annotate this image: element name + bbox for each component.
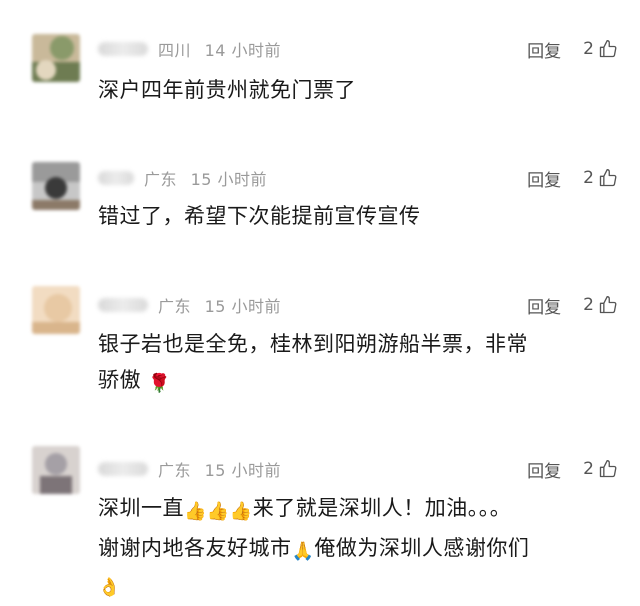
thumbs-up-icon [599, 460, 617, 478]
like-button[interactable]: 2 [583, 39, 618, 59]
thumbs-up-icon [599, 296, 617, 314]
username-blurred [98, 462, 148, 476]
comment-actions: 回复 2 [527, 292, 618, 318]
comment-meta: 广东 15 小时前 [98, 165, 275, 191]
thumbs-up-emoji-icon: 👍 [184, 501, 207, 522]
comment-meta: 广东 15 小时前 [98, 456, 289, 482]
comment-meta: 四川 14 小时前 [98, 36, 289, 62]
avatar[interactable] [32, 286, 80, 334]
comment-line: 骄傲 [98, 368, 141, 392]
like-count: 2 [583, 459, 594, 479]
comment-line: 来了就是深圳人！加油。。。 [252, 496, 512, 520]
comment-line: 深圳一直 [98, 496, 184, 520]
location-label: 广东 [144, 170, 178, 189]
comment-actions: 回复 2 [527, 456, 618, 482]
thumbs-up-emoji-icon: 👍 [229, 501, 253, 522]
reply-button[interactable]: 回复 [527, 37, 561, 62]
location-label: 四川 [158, 41, 192, 60]
avatar[interactable] [32, 162, 80, 210]
comment-text: 错过了，希望下次能提前宣传宣传 [98, 198, 618, 234]
timestamp: 15 小时前 [204, 297, 282, 316]
comment-line: 银子岩也是全免，桂林到阳朔游船半票，非常 [98, 332, 528, 356]
like-button[interactable]: 2 [583, 168, 618, 188]
timestamp: 14 小时前 [204, 41, 282, 60]
comment-line: 错过了，希望下次能提前宣传宣传 [98, 204, 421, 228]
like-count: 2 [583, 295, 594, 315]
avatar[interactable] [32, 446, 80, 494]
username-blurred [98, 42, 148, 56]
comment-line: 俺做为深圳人感谢你们 [314, 536, 530, 560]
location-label: 广东 [158, 461, 192, 480]
reply-button[interactable]: 回复 [527, 166, 561, 191]
comment-actions: 回复 2 [527, 36, 618, 62]
like-button[interactable]: 2 [583, 295, 618, 315]
timestamp: 15 小时前 [204, 461, 282, 480]
comment-text: 银子岩也是全免，桂林到阳朔游船半票，非常 骄傲 🌹 [98, 326, 618, 402]
comment-line: 深户四年前贵州就免门票了 [98, 78, 356, 102]
comment-text: 深户四年前贵州就免门票了 [98, 72, 618, 108]
ok-hand-emoji-icon: 👌 [98, 577, 121, 598]
username-blurred [98, 171, 134, 185]
thumbs-up-icon [599, 40, 617, 58]
reply-button[interactable]: 回复 [527, 457, 561, 482]
timestamp: 15 小时前 [190, 170, 268, 189]
like-count: 2 [583, 168, 594, 188]
thumbs-up-emoji-icon: 👍 [206, 501, 230, 522]
comment-meta: 广东 15 小时前 [98, 292, 289, 318]
comment-line: 谢谢内地各友好城市 [98, 536, 292, 560]
username-blurred [98, 298, 148, 312]
comment-text: 深圳一直👍👍👍来了就是深圳人！加油。。。 谢谢内地各友好城市🙏俺做为深圳人感谢你… [98, 490, 618, 606]
thumbs-up-icon [599, 169, 617, 187]
like-button[interactable]: 2 [583, 459, 618, 479]
avatar[interactable] [32, 34, 80, 82]
rose-icon: 🌹 [148, 373, 172, 394]
pray-emoji-icon: 🙏 [291, 541, 315, 562]
location-label: 广东 [158, 297, 192, 316]
reply-button[interactable]: 回复 [527, 293, 561, 318]
comment-actions: 回复 2 [527, 165, 618, 191]
like-count: 2 [583, 39, 594, 59]
